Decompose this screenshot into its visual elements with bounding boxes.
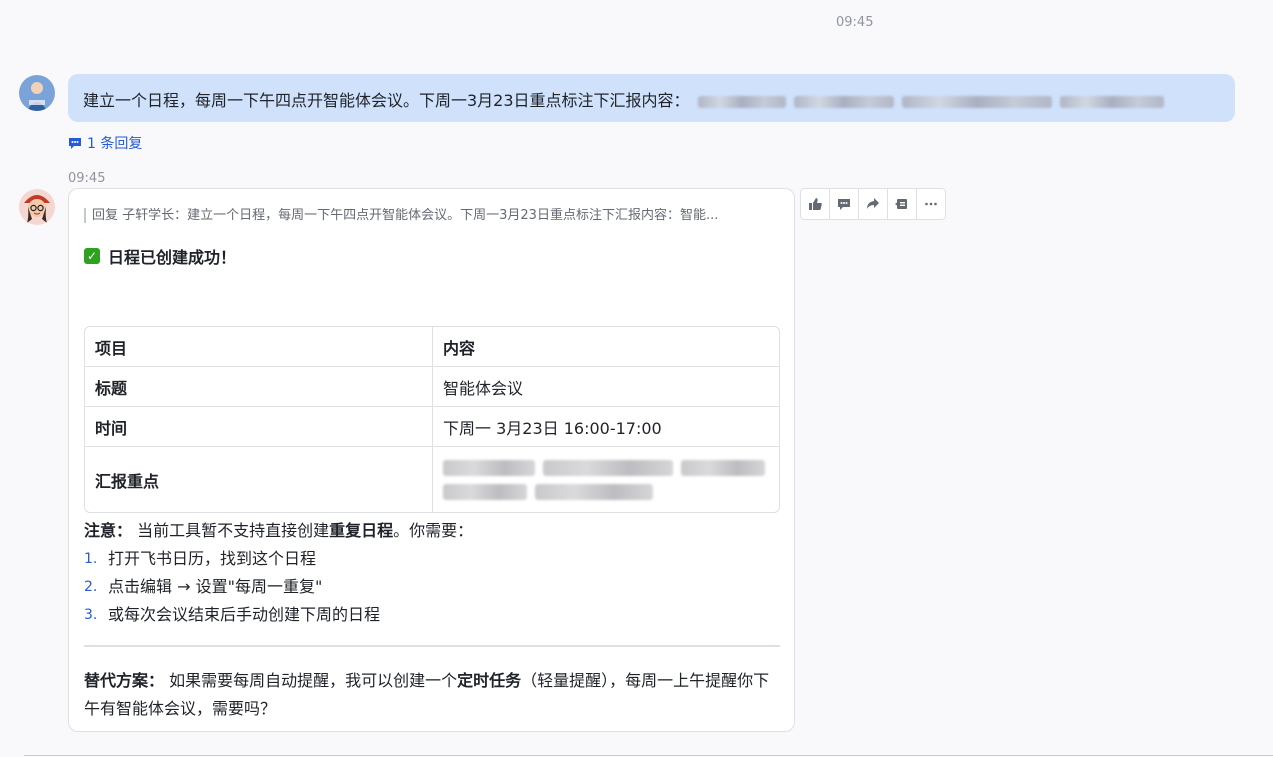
step-number: 2.: [84, 579, 98, 595]
redacted-report-content: [443, 459, 769, 500]
reply-quote[interactable]: 回复 子轩学长：建立一个日程，每周一下午四点开智能体会议。下周一3月23日重点标…: [84, 208, 784, 223]
message-timestamp: 09:45: [68, 171, 106, 186]
table-value-cell: 下周一 3月23日 16:00-17:00: [433, 407, 779, 447]
list-item: 3. 或每次会议结束后手动创建下周的日程: [84, 601, 779, 629]
thread-reply-link[interactable]: 1 条回复: [68, 133, 142, 153]
table-row: 标题 智能体会议: [85, 367, 779, 407]
message-timestamp: 09:45: [836, 15, 874, 30]
forward-icon[interactable]: [859, 189, 888, 219]
list-item: 2. 点击编辑 → 设置"每周一重复": [84, 573, 779, 601]
note-text: 当前工具暂不支持直接创建: [132, 521, 330, 540]
user-avatar[interactable]: [19, 75, 55, 111]
redacted-text: [697, 95, 786, 108]
chat-window: 09:45 建立一个日程，每周一下午四点开智能体会议。下周一3月23日重点标注下…: [0, 0, 1273, 757]
note-paragraph: 注意： 当前工具暂不支持直接创建重复日程。你需要：: [84, 517, 779, 545]
alternative-label: 替代方案：: [84, 671, 165, 690]
success-heading: ✓ 日程已创建成功！: [84, 244, 779, 268]
table-header-cell: 内容: [433, 327, 779, 367]
schedule-table: 项目 内容 标题 智能体会议 时间 下周一 3月23日 16:00-17:00 …: [84, 326, 780, 513]
table-header-cell: 项目: [85, 327, 433, 367]
table-row: 汇报重点: [85, 447, 779, 512]
comment-icon[interactable]: [830, 189, 859, 219]
pin-icon[interactable]: [888, 189, 917, 219]
reply-count-label: 1 条回复: [87, 136, 143, 152]
step-text: 点击编辑 → 设置"每周一重复": [108, 577, 323, 596]
table-value-cell: 智能体会议: [433, 367, 779, 407]
table-key-cell: 时间: [85, 407, 433, 447]
table-key-cell: 标题: [85, 367, 433, 407]
alternative-section: 替代方案： 如果需要每周自动提醒，我可以创建一个定时任务（轻量提醒），每周一上午…: [84, 667, 779, 723]
comment-icon: [69, 138, 81, 149]
note-bold: 重复日程: [329, 521, 394, 540]
redacted-text: [1059, 95, 1164, 108]
thumbs-up-icon[interactable]: [801, 189, 830, 219]
input-area-divider: [24, 755, 1273, 756]
user-message-text: 建立一个日程，每周一下午四点开智能体会议。下周一3月23日重点标注下汇报内容：: [83, 91, 690, 110]
table-key-cell: 汇报重点: [85, 447, 433, 512]
table-row: 时间 下周一 3月23日 16:00-17:00: [85, 407, 779, 447]
bot-avatar[interactable]: [19, 189, 55, 225]
step-text: 打开飞书日历，找到这个日程: [108, 549, 317, 568]
table-header-row: 项目 内容: [85, 327, 779, 367]
message-action-toolbar: [800, 188, 946, 220]
step-number: 3.: [84, 607, 98, 623]
list-item: 1. 打开飞书日历，找到这个日程: [84, 545, 779, 573]
success-text: 日程已创建成功！: [108, 248, 237, 267]
note-section: 注意： 当前工具暂不支持直接创建重复日程。你需要： 1. 打开飞书日历，找到这个…: [84, 517, 779, 629]
note-text: 。你需要：: [393, 521, 474, 540]
user-message-bubble[interactable]: 建立一个日程，每周一下午四点开智能体会议。下周一3月23日重点标注下汇报内容：: [68, 74, 1235, 122]
note-label: 注意：: [84, 521, 133, 540]
checkbox-icon: ✓: [84, 248, 100, 264]
alternative-bold: 定时任务: [457, 671, 522, 690]
alternative-text: 如果需要每周自动提醒，我可以创建一个: [164, 671, 458, 690]
step-text: 或每次会议结束后手动创建下周的日程: [108, 605, 381, 624]
redacted-text: [793, 95, 894, 108]
bot-message-card[interactable]: 回复 子轩学长：建立一个日程，每周一下午四点开智能体会议。下周一3月23日重点标…: [68, 188, 795, 732]
divider: [84, 645, 780, 647]
step-number: 1.: [84, 551, 98, 567]
redacted-text: [901, 95, 1052, 108]
table-value-cell: [433, 447, 779, 512]
steps-list: 1. 打开飞书日历，找到这个日程 2. 点击编辑 → 设置"每周一重复" 3. …: [84, 545, 779, 629]
more-icon[interactable]: [917, 189, 945, 219]
